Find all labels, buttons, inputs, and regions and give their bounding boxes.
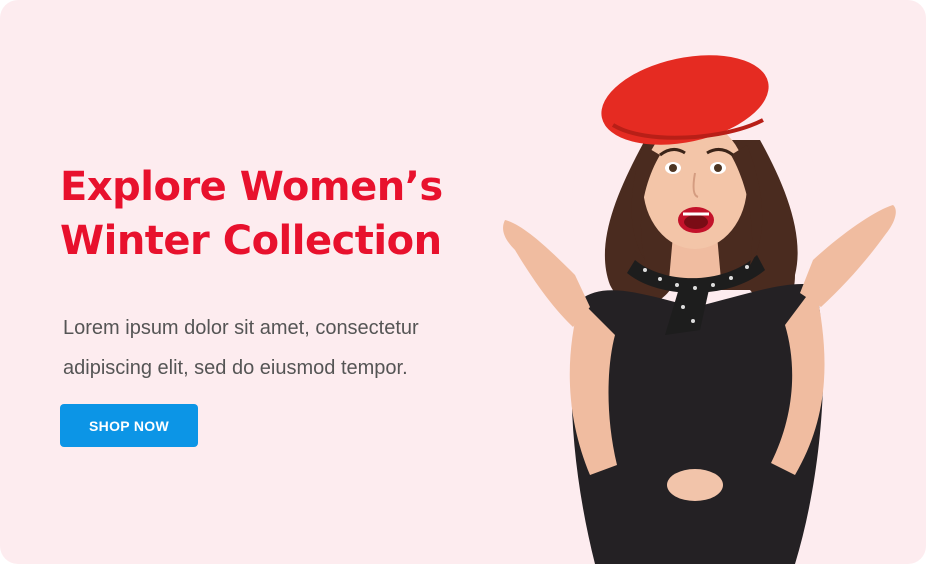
hero-description-line-2: adipiscing elit, sed do eiusmod tempor. [63,357,408,379]
hero-heading: Explore Women’s Winter Collection [60,160,490,268]
hero-heading-line-1: Explore Women’s [60,164,443,210]
woman-in-red-beret-icon [503,55,896,564]
hero-heading-line-2: Winter Collection [60,218,442,264]
hero-description: Lorem ipsum dolor sit amet, consectetur … [63,308,503,388]
hero-banner: Explore Women’s Winter Collection Lorem … [0,0,926,564]
hero-description-line-1: Lorem ipsum dolor sit amet, consectetur [63,317,419,339]
shop-now-button[interactable]: SHOP NOW [60,404,198,447]
